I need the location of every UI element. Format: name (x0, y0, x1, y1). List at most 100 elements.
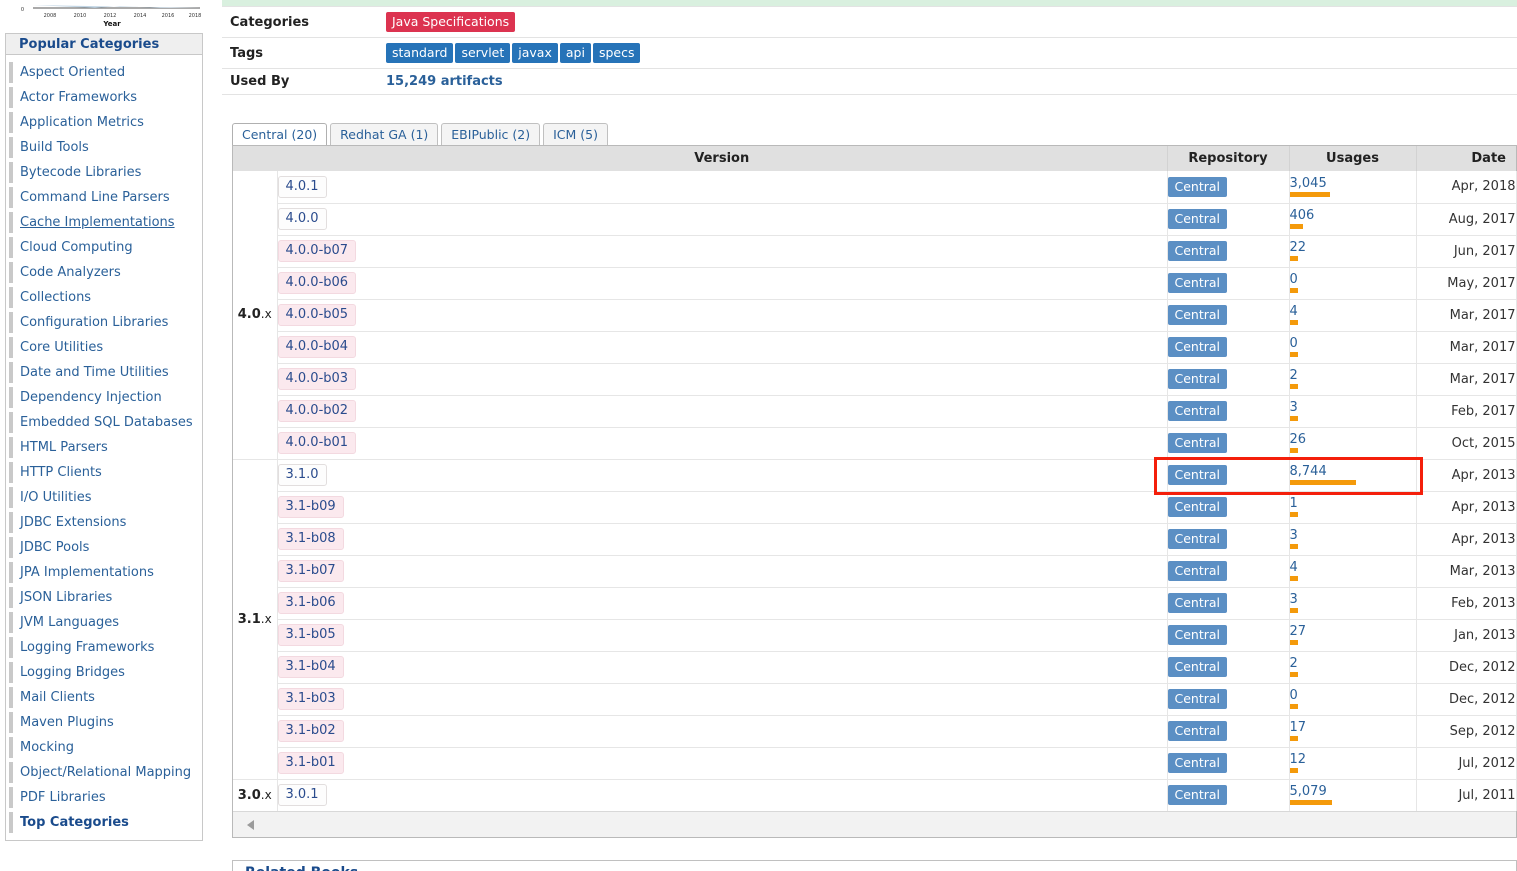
repository-badge[interactable]: Central (1167, 209, 1228, 229)
sidebar-item-top-categories[interactable]: Top Categories (6, 810, 202, 835)
repository-badge[interactable]: Central (1167, 689, 1228, 709)
usages-count[interactable]: 5,079 (1290, 785, 1416, 799)
sidebar-item-mocking[interactable]: Mocking (6, 735, 202, 760)
sidebar-item-actor-frameworks[interactable]: Actor Frameworks (6, 85, 202, 110)
tab-ebipublic-2[interactable]: EBIPublic (2) (441, 123, 541, 145)
usages-count[interactable]: 1 (1290, 497, 1416, 511)
version-badge[interactable]: 4.0.0-b04 (277, 336, 357, 358)
version-badge[interactable]: 4.0.0-b01 (277, 432, 357, 454)
version-badge[interactable]: 3.1-b07 (277, 560, 344, 582)
repository-badge[interactable]: Central (1167, 241, 1228, 261)
version-badge[interactable]: 3.1-b04 (277, 656, 344, 678)
tag-badge[interactable]: standard (386, 43, 454, 63)
usages-count[interactable]: 3 (1290, 593, 1416, 607)
repository-badge[interactable]: Central (1167, 401, 1228, 421)
sidebar-item-maven-plugins[interactable]: Maven Plugins (6, 710, 202, 735)
usages-count[interactable]: 26 (1290, 433, 1416, 447)
version-badge[interactable]: 3.1-b03 (277, 688, 344, 710)
sidebar-item-jdbc-pools[interactable]: JDBC Pools (6, 535, 202, 560)
version-badge[interactable]: 3.1-b06 (277, 592, 344, 614)
sidebar-item-command-line-parsers[interactable]: Command Line Parsers (6, 185, 202, 210)
usages-count[interactable]: 0 (1290, 337, 1416, 351)
repository-badge[interactable]: Central (1167, 785, 1228, 806)
repository-badge[interactable]: Central (1167, 273, 1228, 293)
usages-count[interactable]: 406 (1290, 209, 1416, 223)
version-badge[interactable]: 3.1-b09 (277, 496, 344, 518)
sidebar-item-embedded-sql-databases[interactable]: Embedded SQL Databases (6, 410, 202, 435)
triangle-left-icon[interactable] (247, 820, 254, 830)
sidebar-item-pdf-libraries[interactable]: PDF Libraries (6, 785, 202, 810)
sidebar-item-aspect-oriented[interactable]: Aspect Oriented (6, 60, 202, 85)
tab-icm-5[interactable]: ICM (5) (543, 123, 609, 145)
usages-count[interactable]: 4 (1290, 305, 1416, 319)
usages-count[interactable]: 0 (1290, 273, 1416, 287)
repository-badge[interactable]: Central (1167, 657, 1228, 677)
usages-count[interactable]: 8,744 (1290, 465, 1416, 479)
tab-redhat-ga-1[interactable]: Redhat GA (1) (330, 123, 439, 145)
sidebar-item-html-parsers[interactable]: HTML Parsers (6, 435, 202, 460)
version-badge[interactable]: 3.0.1 (277, 784, 327, 807)
usages-count[interactable]: 4 (1290, 561, 1416, 575)
sidebar-item-cloud-computing[interactable]: Cloud Computing (6, 235, 202, 260)
repository-badge[interactable]: Central (1167, 593, 1228, 613)
usages-count[interactable]: 22 (1290, 241, 1416, 255)
version-badge[interactable]: 3.1-b01 (277, 752, 344, 774)
tag-badge[interactable]: api (559, 43, 591, 63)
version-badge[interactable]: 3.1.0 (277, 464, 327, 486)
repository-badge[interactable]: Central (1167, 753, 1228, 773)
usages-count[interactable]: 3 (1290, 401, 1416, 415)
repository-badge[interactable]: Central (1167, 433, 1228, 453)
usages-count[interactable]: 17 (1290, 721, 1416, 735)
sidebar-item-jdbc-extensions[interactable]: JDBC Extensions (6, 510, 202, 535)
usages-count[interactable]: 2 (1290, 369, 1416, 383)
repository-badge[interactable]: Central (1167, 369, 1228, 389)
version-badge[interactable]: 3.1-b08 (277, 528, 344, 550)
version-badge[interactable]: 4.0.0-b05 (277, 304, 357, 326)
usages-count[interactable]: 12 (1290, 753, 1416, 767)
version-badge[interactable]: 3.1-b05 (277, 624, 344, 646)
category-badge[interactable]: Java Specifications (386, 12, 516, 32)
repository-badge[interactable]: Central (1167, 529, 1228, 549)
sidebar-item-application-metrics[interactable]: Application Metrics (6, 110, 202, 135)
tag-badge[interactable]: servlet (455, 43, 511, 63)
version-badge[interactable]: 4.0.0-b07 (277, 240, 357, 262)
sidebar-item-code-analyzers[interactable]: Code Analyzers (6, 260, 202, 285)
used-by-link[interactable]: 15,249 artifacts (386, 74, 503, 89)
usages-count[interactable]: 3 (1290, 529, 1416, 543)
sidebar-item-logging-bridges[interactable]: Logging Bridges (6, 660, 202, 685)
sidebar-item-cache-implementations[interactable]: Cache Implementations (6, 210, 202, 235)
usages-count[interactable]: 3,045 (1290, 176, 1416, 191)
repository-badge[interactable]: Central (1167, 561, 1228, 581)
sidebar-item-logging-frameworks[interactable]: Logging Frameworks (6, 635, 202, 660)
sidebar-item-jpa-implementations[interactable]: JPA Implementations (6, 560, 202, 585)
version-badge[interactable]: 4.0.0-b02 (277, 400, 357, 422)
sidebar-item-json-libraries[interactable]: JSON Libraries (6, 585, 202, 610)
sidebar-item-object-relational-mapping[interactable]: Object/Relational Mapping (6, 760, 202, 785)
version-badge[interactable]: 4.0.0-b06 (277, 272, 357, 294)
sidebar-item-http-clients[interactable]: HTTP Clients (6, 460, 202, 485)
sidebar-item-build-tools[interactable]: Build Tools (6, 135, 202, 160)
sidebar-item-bytecode-libraries[interactable]: Bytecode Libraries (6, 160, 202, 185)
usages-count[interactable]: 2 (1290, 657, 1416, 671)
repository-badge[interactable]: Central (1167, 337, 1228, 357)
sidebar-item-core-utilities[interactable]: Core Utilities (6, 335, 202, 360)
sidebar-item-i-o-utilities[interactable]: I/O Utilities (6, 485, 202, 510)
repository-badge[interactable]: Central (1167, 625, 1228, 645)
version-badge[interactable]: 4.0.0-b03 (277, 368, 357, 390)
repository-badge[interactable]: Central (1167, 465, 1228, 485)
repository-badge[interactable]: Central (1167, 305, 1228, 325)
version-badge[interactable]: 3.1-b02 (277, 720, 344, 742)
tag-badge[interactable]: javax (512, 43, 558, 63)
sidebar-item-mail-clients[interactable]: Mail Clients (6, 685, 202, 710)
sidebar-item-date-and-time-utilities[interactable]: Date and Time Utilities (6, 360, 202, 385)
version-badge[interactable]: 4.0.0 (277, 208, 327, 230)
repository-badge[interactable]: Central (1167, 721, 1228, 741)
sidebar-item-dependency-injection[interactable]: Dependency Injection (6, 385, 202, 410)
usages-count[interactable]: 0 (1290, 689, 1416, 703)
repository-badge[interactable]: Central (1167, 497, 1228, 517)
table-scroll-footer[interactable] (233, 811, 1516, 837)
tab-central-20[interactable]: Central (20) (232, 123, 328, 145)
sidebar-item-collections[interactable]: Collections (6, 285, 202, 310)
tag-badge[interactable]: specs (592, 43, 641, 63)
sidebar-item-configuration-libraries[interactable]: Configuration Libraries (6, 310, 202, 335)
